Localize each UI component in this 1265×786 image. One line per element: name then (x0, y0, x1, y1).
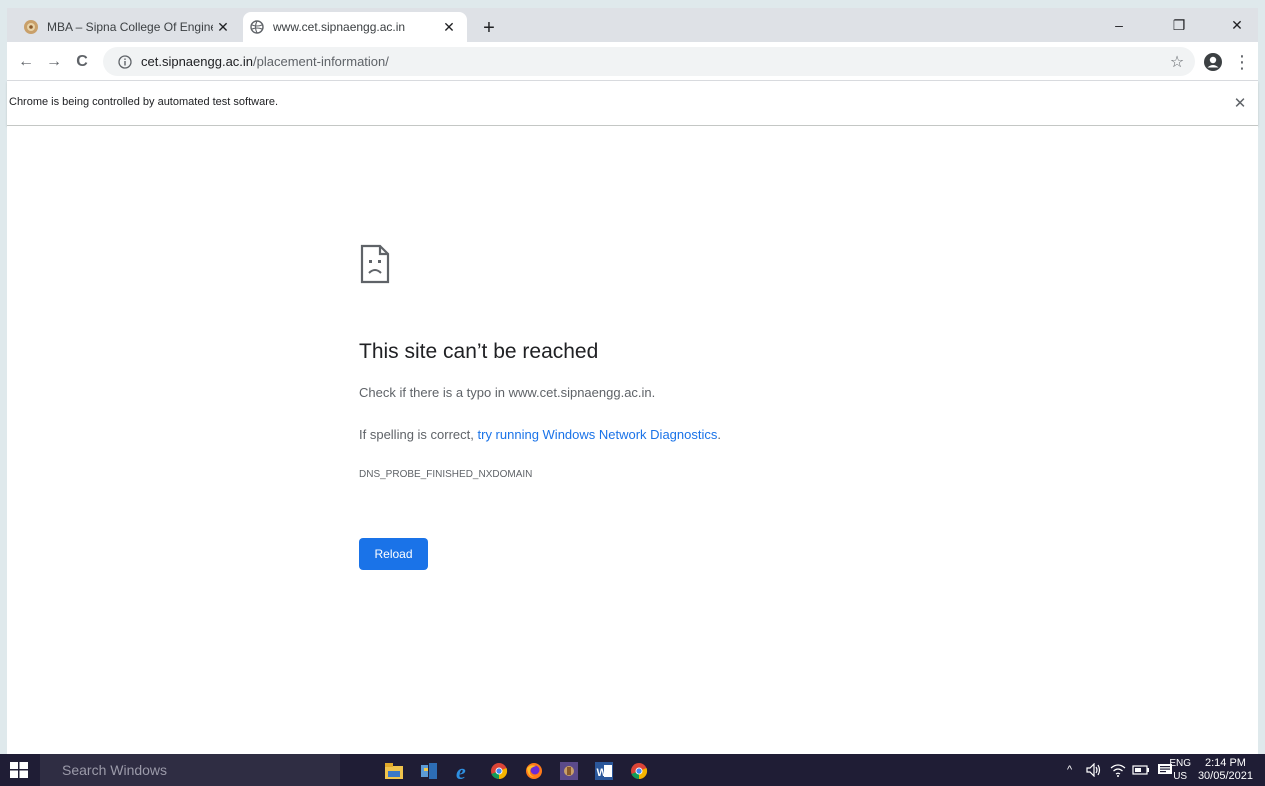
lang-region: US (1173, 771, 1188, 782)
reload-button[interactable]: Reload (359, 538, 428, 570)
infobar-message: Chrome is being controlled by automated … (9, 96, 279, 108)
url-path: /placement-information/ (253, 54, 389, 69)
wifi-icon[interactable] (1110, 754, 1126, 786)
windows-start-icon[interactable] (10, 762, 28, 778)
error-typo-hint: Check if there is a typo in www.cet.sipn… (359, 385, 656, 400)
svg-text:e: e (456, 761, 466, 781)
address-bar[interactable]: cet.sipnaengg.ac.in/placement-informatio… (103, 47, 1195, 76)
store-app-icon[interactable] (418, 760, 440, 782)
tab-cet-sipnaengg[interactable]: www.cet.sipnaengg.ac.in ✕ (243, 12, 467, 42)
tab-strip: MBA – Sipna College Of Engineer ✕ www.ce… (7, 8, 1258, 42)
tab-title: MBA – Sipna College Of Engineer (47, 20, 213, 34)
search-placeholder: Search Windows (62, 762, 168, 778)
tab-close-icon[interactable]: ✕ (213, 17, 233, 37)
app-thumbnail-icon[interactable] (558, 760, 580, 782)
diagnostics-prefix: If spelling is correct, (359, 427, 478, 442)
language-indicator[interactable]: ENG US (1169, 757, 1191, 783)
chrome-menu-icon[interactable]: ⋮ (1231, 51, 1253, 73)
error-diagnostics-hint: If spelling is correct, try running Wind… (359, 427, 721, 442)
forward-button[interactable]: → (43, 51, 65, 73)
back-button[interactable]: ← (15, 51, 37, 73)
error-title: This site can’t be reached (359, 340, 599, 363)
reload-toolbar-button[interactable]: C (71, 51, 93, 73)
new-tab-button[interactable]: + (477, 16, 501, 40)
chrome-icon[interactable] (488, 760, 510, 782)
error-code: DNS_PROBE_FINISHED_NXDOMAIN (359, 469, 533, 480)
chrome-active-icon[interactable] (628, 760, 650, 782)
lang-code: ENG (1169, 758, 1191, 769)
volume-icon[interactable] (1086, 754, 1102, 786)
profile-avatar-icon[interactable] (1202, 51, 1224, 73)
globe-icon (249, 19, 265, 35)
battery-icon[interactable] (1132, 754, 1150, 786)
url-text: cet.sipnaengg.ac.in/placement-informatio… (141, 54, 389, 69)
window-close-button[interactable]: ✕ (1217, 12, 1257, 38)
network-diagnostics-link[interactable]: try running Windows Network Diagnostics (478, 427, 718, 442)
restore-button[interactable]: ❐ (1159, 12, 1199, 38)
tab-title: www.cet.sipnaengg.ac.in (273, 20, 406, 34)
clock-time: 2:14 PM (1204, 757, 1246, 769)
word-icon[interactable]: W (593, 760, 615, 782)
tab-mba-sipna[interactable]: MBA – Sipna College Of Engineer ✕ (17, 12, 241, 42)
tray-chevron-up-icon[interactable]: ^ (1067, 754, 1072, 786)
svg-text:W: W (597, 767, 608, 779)
bookmark-star-icon[interactable]: ☆ (1167, 52, 1187, 72)
tab-close-icon[interactable]: ✕ (439, 17, 459, 37)
firefox-icon[interactable] (523, 760, 545, 782)
automation-infobar: Chrome is being controlled by automated … (7, 81, 1258, 126)
url-host: cet.sipnaengg.ac.in (141, 54, 254, 69)
taskbar-search-box[interactable]: Search Windows (40, 754, 340, 786)
minimize-button[interactable]: – (1099, 12, 1139, 38)
internet-explorer-icon[interactable]: e (453, 760, 475, 782)
file-explorer-icon[interactable] (383, 760, 405, 782)
windows-taskbar: Search Windows e W ^ ENG US 2:14 PM 30/0… (0, 754, 1265, 786)
info-icon[interactable] (117, 54, 133, 70)
diagnostics-suffix: . (717, 427, 721, 442)
page-content: This site can’t be reached Check if ther… (7, 126, 1258, 754)
infobar-close-icon[interactable]: ✕ (1230, 93, 1250, 113)
clock-date: 30/05/2021 (1197, 770, 1253, 782)
browser-toolbar: ← → C cet.sipnaengg.ac.in/placement-info… (7, 42, 1258, 81)
taskbar-clock[interactable]: 2:14 PM 30/05/2021 (1198, 757, 1253, 783)
sad-page-icon (360, 244, 390, 284)
college-favicon-icon (23, 19, 39, 35)
